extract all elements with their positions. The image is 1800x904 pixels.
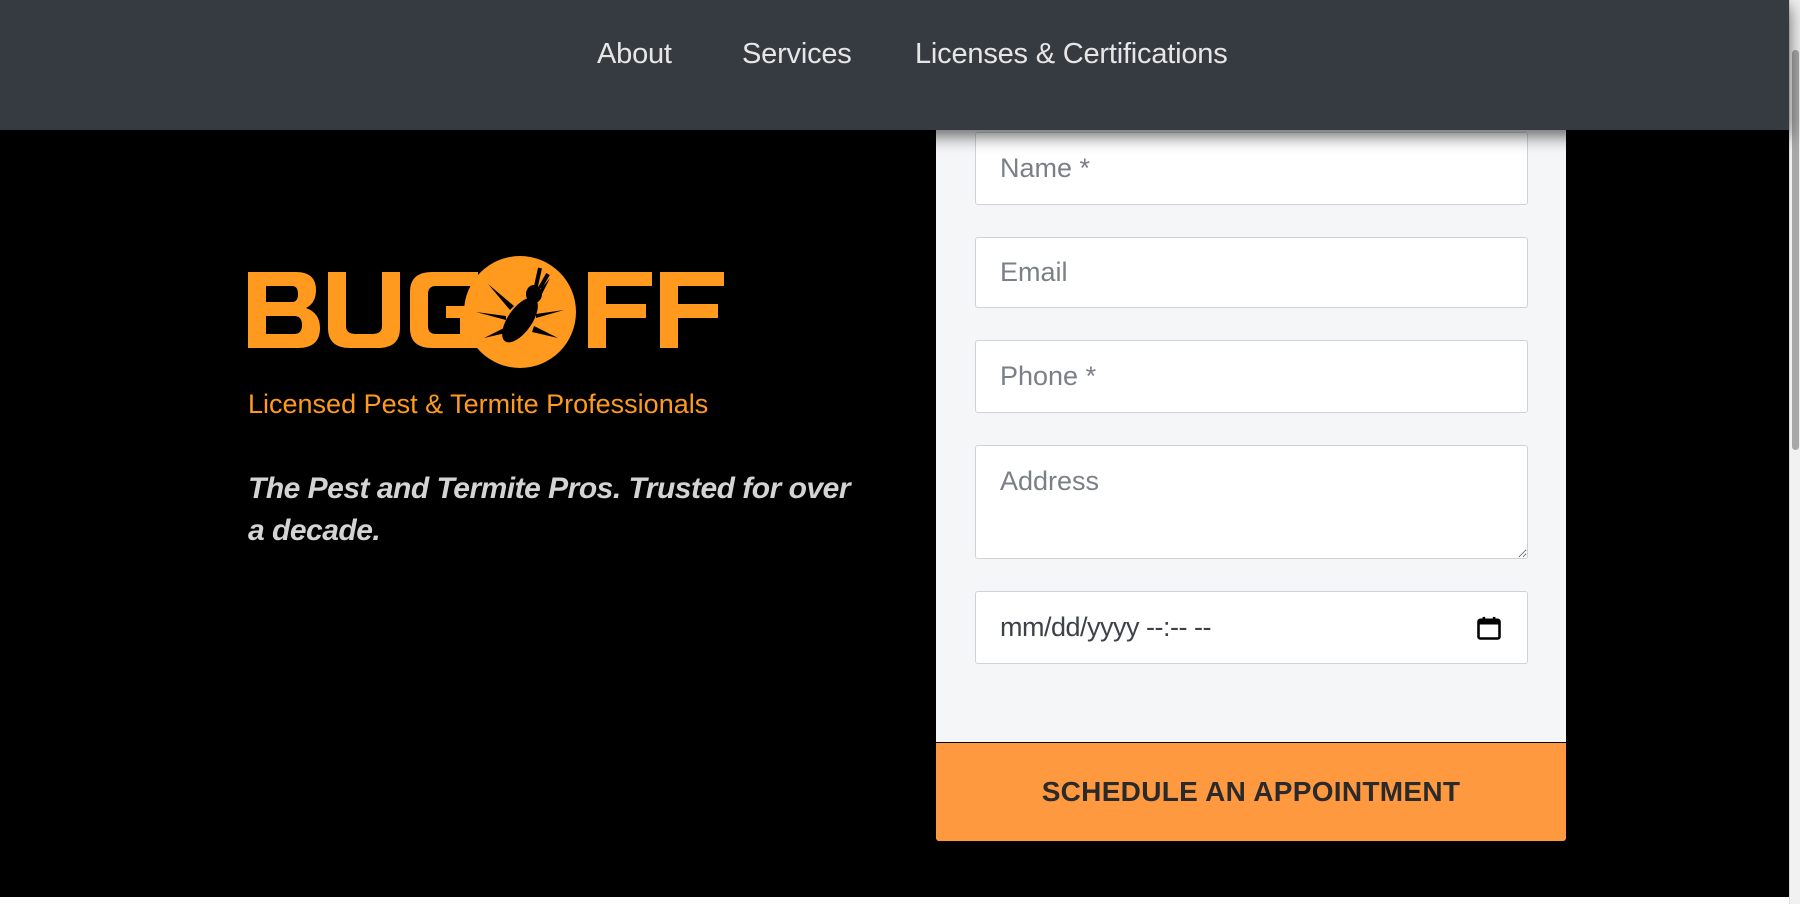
hero-headline: The Pest and Termite Pros. Trusted for o… [248, 472, 851, 547]
page-scrollbar[interactable] [1789, 0, 1800, 904]
datetime-placeholder: mm/dd/yyyy --:-- -- [1000, 612, 1211, 642]
top-navbar: About Services Licenses & Certifications [0, 0, 1789, 130]
nav-licenses-link[interactable]: Licenses & Certifications [915, 38, 1228, 71]
email-input[interactable] [975, 237, 1528, 308]
brand-tagline: Licensed Pest & Termite Professionals [248, 389, 709, 419]
appointment-form: mm/dd/yyyy --:-- -- SCHEDULE AN APPOINTM… [936, 130, 1566, 841]
nav-about-link[interactable]: About [597, 38, 672, 71]
name-input[interactable] [975, 132, 1528, 205]
schedule-appointment-button[interactable]: SCHEDULE AN APPOINTMENT [936, 743, 1566, 841]
page: Licensed Pest & Termite Professionals Th… [0, 0, 1800, 904]
calendar-icon[interactable] [1475, 614, 1503, 642]
bugoff-logo [248, 256, 724, 368]
phone-input[interactable] [975, 340, 1528, 413]
nav-services-link[interactable]: Services [742, 38, 852, 71]
address-textarea[interactable] [975, 445, 1528, 559]
hero-section: Licensed Pest & Termite Professionals Th… [0, 0, 1789, 897]
scrollbar-thumb[interactable] [1792, 50, 1799, 450]
datetime-input[interactable]: mm/dd/yyyy --:-- -- [975, 591, 1528, 664]
